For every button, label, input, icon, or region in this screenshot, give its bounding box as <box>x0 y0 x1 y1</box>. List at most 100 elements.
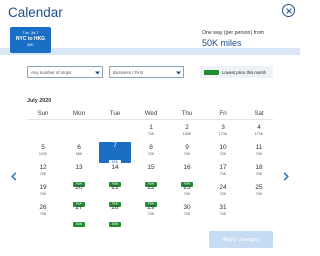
day-price: 70K <box>219 172 227 176</box>
weekday-sat: Sat <box>254 110 264 117</box>
day-number: 5 <box>41 144 45 151</box>
trip-card[interactable]: Tue, Jul 7 NYC to HKG 50K <box>10 27 51 53</box>
calendar-day[interactable]: 13 50K <box>63 164 95 187</box>
day-number: 29 <box>147 204 155 211</box>
next-month-button[interactable] <box>281 170 291 182</box>
day-number: 17 <box>219 164 227 171</box>
weekday-divider <box>27 119 273 120</box>
trip-price: 50K <box>27 43 34 47</box>
day-price: 140K <box>182 132 192 136</box>
prev-month-button[interactable] <box>9 170 19 182</box>
weekday-tue: Tue <box>109 110 121 117</box>
calendar-day[interactable]: 8 70K <box>135 144 167 165</box>
day-price-lowest: 50K <box>72 222 86 227</box>
day-number: 30 <box>183 204 191 211</box>
chevron-down-icon <box>95 71 100 75</box>
day-number: 13 <box>75 164 83 171</box>
day-price: 173K <box>254 132 264 136</box>
calendar-day[interactable]: 30 70K <box>171 204 203 225</box>
calendar-day[interactable]: 12 70K <box>27 164 59 185</box>
apply-changes-button[interactable]: Apply changes <box>209 231 273 248</box>
day-number: 24 <box>219 184 227 191</box>
day-price: 70K <box>39 192 47 196</box>
day-number: 1 <box>149 124 153 131</box>
weekday-thu: Thu <box>181 110 193 117</box>
calendar-day[interactable]: 4 173K <box>243 124 275 145</box>
day-number: 12 <box>39 164 47 171</box>
cabin-select[interactable]: Business / First <box>109 66 184 78</box>
day-number: 22 <box>147 184 155 191</box>
calendar-day[interactable]: 11 70K <box>243 144 275 165</box>
day-number: 27 <box>75 204 83 211</box>
weekday-wed: Wed <box>144 110 158 117</box>
calendar-day[interactable]: 19 70K <box>27 184 59 205</box>
stops-select[interactable]: Any number of stops <box>27 66 103 78</box>
calendar-day[interactable]: 6 58K <box>63 144 95 165</box>
day-price: 70K <box>219 212 227 216</box>
day-number: 26 <box>39 204 47 211</box>
chevron-down-icon <box>176 71 181 75</box>
day-number: 9 <box>185 144 189 151</box>
day-price: 70K <box>147 132 155 136</box>
calendar-day[interactable]: 22 50K <box>135 184 167 207</box>
calendar-day[interactable]: 29 70K <box>135 204 167 225</box>
day-number: 2 <box>185 124 189 131</box>
weekday-fri: Fri <box>219 110 227 117</box>
calendar-day[interactable]: 24 70K <box>207 184 239 205</box>
calendar-day[interactable]: 31 70K <box>207 204 239 225</box>
day-number: 14 <box>111 164 119 171</box>
day-number: 20 <box>75 184 83 191</box>
day-price: 70K <box>39 212 47 216</box>
calendar-day[interactable]: 23 70K <box>171 184 203 205</box>
trip-route: NYC to HKG <box>15 36 46 42</box>
calendar-day[interactable]: 10 70K <box>207 144 239 165</box>
calendar-day[interactable]: 2 140K <box>171 124 203 145</box>
legend-swatch <box>204 69 219 75</box>
day-price: 70K <box>255 152 263 156</box>
day-number: 18 <box>255 164 263 171</box>
day-number: 16 <box>183 164 191 171</box>
day-number: 23 <box>183 184 191 191</box>
day-number: 8 <box>149 144 153 151</box>
calendar-day[interactable]: 14 50K <box>99 164 131 187</box>
calendar-day[interactable]: 28 50K <box>99 204 131 227</box>
calendar-day[interactable]: 9 70K <box>171 144 203 165</box>
calendar-day[interactable]: 21 50K <box>99 184 131 207</box>
calendar-day[interactable]: 3 173K <box>207 124 239 145</box>
day-price: 58K <box>75 152 83 156</box>
calendar-day[interactable]: 15 50K <box>135 164 167 187</box>
calendar-day[interactable]: 1 70K <box>135 124 167 145</box>
day-price: 70K <box>183 212 191 216</box>
day-number: 4 <box>257 124 261 131</box>
day-number: 3 <box>221 124 225 131</box>
calendar-day[interactable]: 16 50K <box>171 164 203 187</box>
calendar-day[interactable]: 26 70K <box>27 204 59 225</box>
day-price: 70K <box>219 192 227 196</box>
day-price: 70K <box>147 212 155 216</box>
weekday-mon: Mon <box>72 110 86 117</box>
day-number: 11 <box>255 144 263 151</box>
calendar-day[interactable]: 20 50K <box>63 184 95 207</box>
oneway-label: One way (per person) from <box>202 30 264 36</box>
calendar-day-selected[interactable]: 7 50K <box>99 142 131 165</box>
day-price: 70K <box>219 152 227 156</box>
day-price: 110K <box>38 152 48 156</box>
day-number: 31 <box>219 204 227 211</box>
calendar-day[interactable]: 17 70K <box>207 164 239 185</box>
close-button[interactable] <box>282 4 295 17</box>
calendar-day[interactable]: 25 70K <box>243 184 275 205</box>
day-price: 70K <box>183 192 191 196</box>
month-label: July 2020 <box>27 98 52 104</box>
calendar-day[interactable]: 5 110K <box>27 144 59 165</box>
stops-select-value: Any number of stops <box>31 69 72 75</box>
day-price: 70K <box>255 192 263 196</box>
day-price: 70K <box>255 172 263 176</box>
legend-text: Lowest price this month <box>222 69 266 75</box>
calendar-day[interactable]: 27 50K <box>63 204 95 227</box>
day-price: 70K <box>39 172 47 176</box>
calendar-day[interactable]: 18 70K <box>243 164 275 185</box>
day-number: 6 <box>77 144 81 151</box>
cabin-select-value: Business / First <box>113 69 144 75</box>
day-price: 70K <box>147 152 155 156</box>
day-number: 25 <box>255 184 263 191</box>
